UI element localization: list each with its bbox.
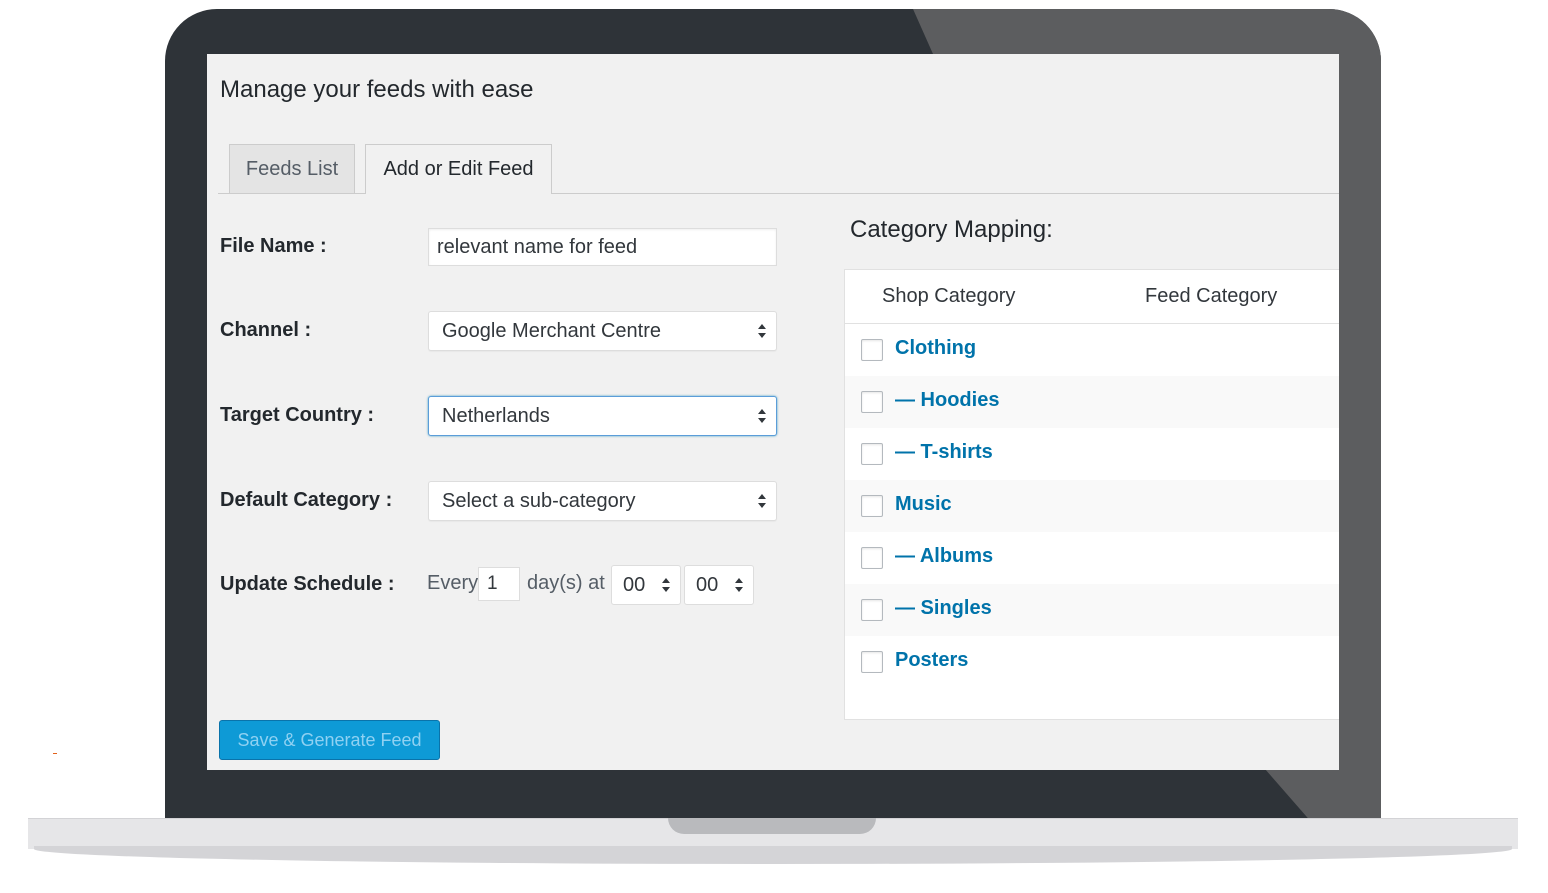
select-arrows-icon (662, 578, 670, 592)
category-link[interactable]: Posters (895, 649, 968, 672)
file-name-value: relevant name for feed (437, 236, 638, 258)
table-row: — T-shirts (845, 428, 1339, 480)
tab-add-or-edit-feed[interactable]: Add or Edit Feed (365, 144, 552, 194)
column-header-shop-category: Shop Category (882, 285, 1016, 307)
row-checkbox[interactable] (861, 443, 883, 465)
table-row: — Singles (845, 584, 1339, 636)
file-name-input[interactable]: relevant name for feed (428, 228, 777, 266)
schedule-hour-select[interactable]: 00 (611, 565, 681, 605)
select-arrows-icon (758, 494, 766, 508)
save-generate-feed-button[interactable]: Save & Generate Feed (219, 720, 440, 760)
laptop-notch (668, 818, 876, 834)
target-country-select[interactable]: Netherlands (428, 396, 777, 436)
target-country-selected-value: Netherlands (442, 405, 550, 427)
table-row: Clothing (845, 324, 1339, 376)
category-link[interactable]: Clothing (895, 337, 976, 360)
row-checkbox[interactable] (861, 599, 883, 621)
channel-select[interactable]: Google Merchant Centre (428, 311, 777, 351)
column-header-feed-category: Feed Category (1145, 285, 1278, 307)
laptop-base (28, 818, 1518, 866)
category-link[interactable]: — Singles (895, 597, 992, 620)
update-schedule-label: Update Schedule : (220, 573, 395, 595)
app-screen: Manage your feeds with ease Feeds List A… (207, 54, 1339, 770)
stray-mark (53, 753, 57, 754)
channel-selected-value: Google Merchant Centre (442, 320, 662, 342)
category-mapping-table: Shop Category Feed Category Clothing — H… (844, 269, 1339, 720)
row-checkbox[interactable] (861, 651, 883, 673)
category-link[interactable]: Music (895, 493, 952, 516)
category-link[interactable]: — Albums (895, 545, 993, 568)
tab-feeds-list[interactable]: Feeds List (229, 144, 355, 193)
table-row: Posters (845, 636, 1339, 688)
laptop-base-bottom (34, 846, 1512, 864)
row-checkbox[interactable] (861, 339, 883, 361)
file-name-label: File Name : (220, 235, 327, 257)
category-link[interactable]: — Hoodies (895, 389, 999, 412)
schedule-every-text: Every (427, 572, 479, 594)
schedule-minute-select[interactable]: 00 (684, 565, 754, 605)
select-arrows-icon (735, 578, 743, 592)
default-category-select[interactable]: Select a sub-category (428, 481, 777, 521)
table-row: — Albums (845, 532, 1339, 584)
target-country-label: Target Country : (220, 404, 375, 426)
schedule-days-input[interactable]: 1 (478, 567, 520, 601)
select-arrows-icon (758, 324, 766, 338)
category-link[interactable]: — T-shirts (895, 441, 993, 464)
row-checkbox[interactable] (861, 547, 883, 569)
select-arrows-icon (758, 409, 766, 423)
schedule-days-text: day(s) at (527, 572, 605, 594)
channel-label: Channel : (220, 319, 312, 341)
table-row: Music (845, 480, 1339, 532)
default-category-label: Default Category : (220, 489, 393, 511)
table-row: — Hoodies (845, 376, 1339, 428)
row-checkbox[interactable] (861, 391, 883, 413)
schedule-hour-value: 00 (623, 574, 646, 596)
page-title: Manage your feeds with ease (220, 76, 534, 103)
schedule-minute-value: 00 (696, 574, 719, 596)
default-category-selected-value: Select a sub-category (442, 490, 636, 512)
category-mapping-title: Category Mapping: (850, 216, 1053, 243)
table-header: Shop Category Feed Category (845, 270, 1339, 324)
row-checkbox[interactable] (861, 495, 883, 517)
